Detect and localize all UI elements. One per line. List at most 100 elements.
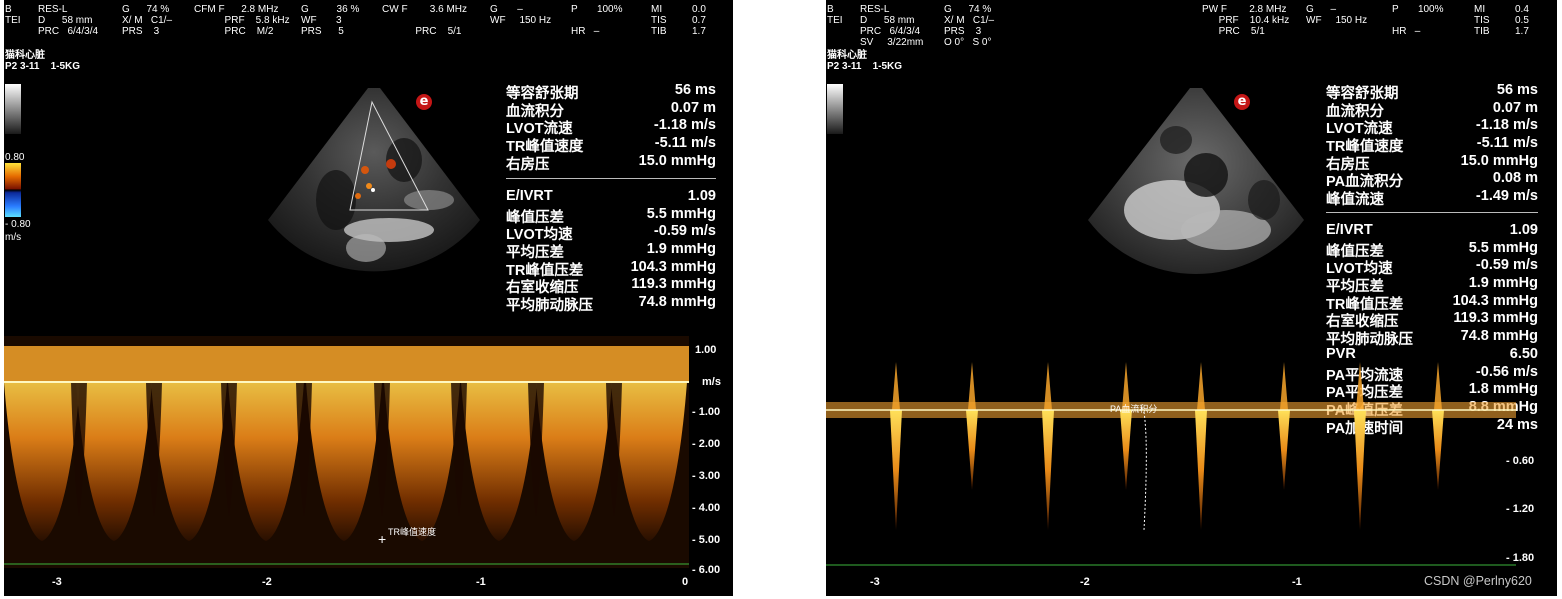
measurement-value: 15.0 mmHg xyxy=(638,152,716,169)
measurement-row: LVOT均速 -0.59 m/s xyxy=(506,223,716,243)
measurement-value: 0.07 m xyxy=(670,99,716,116)
header-mode: B TEI xyxy=(827,4,843,26)
time-tick-label: -1 xyxy=(476,576,486,588)
measurement-value: -5.11 m/s xyxy=(1476,135,1538,152)
time-tick-label: -2 xyxy=(262,576,272,588)
color-scale-unit: m/s xyxy=(5,232,22,243)
measurement-divider xyxy=(506,178,716,179)
header-b-settings: RES-L D 58 mm PRC 6/4/3/4 xyxy=(38,4,99,37)
measurement-value: 119.3 mmHg xyxy=(1453,310,1538,327)
measurement-row: TR峰值压差 104.3 mmHg xyxy=(506,258,716,279)
header-cfm: CFM F 2.8 MHz PRF 5.8 kHz PRC M/2 xyxy=(194,4,290,37)
velocity-tick-label: - 1.80 xyxy=(1506,552,1535,564)
measurement-row: 峰值压差 5.5 mmHg xyxy=(506,205,716,226)
measurement-value: -0.59 m/s xyxy=(1475,257,1538,274)
measurement-row: TR峰值速度 -5.11 m/s xyxy=(506,135,716,155)
measurement-label: 平均肺动脉压 xyxy=(506,298,593,315)
measurement-row: TR峰值速度 -5.11 m/s xyxy=(1326,135,1538,155)
measurement-value: 1.09 xyxy=(1509,222,1538,238)
color-scale-top: 0.80 xyxy=(5,152,25,163)
velocity-tick-label: - 4.00 xyxy=(692,502,721,514)
measurement-row: 平均肺动脉压 74.8 mmHg xyxy=(506,294,716,315)
echo-sector-image xyxy=(268,88,480,272)
measurement-value: -5.11 m/s xyxy=(654,135,716,152)
measurement-value: 5.5 mmHg xyxy=(1468,239,1538,256)
measurement-row: 平均压差 1.9 mmHg xyxy=(1326,275,1538,295)
measurement-value: 1.09 xyxy=(687,188,716,204)
brand-logo-icon: e xyxy=(416,94,432,110)
measurement-value: 1.9 mmHg xyxy=(1468,275,1538,292)
pw-doppler-spectrum xyxy=(826,362,1516,566)
time-tick-label: 0 xyxy=(682,576,689,588)
velocity-tick-label: - 1.00 xyxy=(692,406,721,418)
brand-logo-icon: e xyxy=(1234,94,1250,110)
patient-label: 猫科心脏 P2 3-11 1-5KG xyxy=(827,50,903,72)
header-mi-values: 0.4 0.5 1.7 xyxy=(1515,4,1529,37)
time-tick-label: -3 xyxy=(52,576,62,588)
velocity-tick-label: - 6.00 xyxy=(692,564,721,576)
header-mi-values: 0.0 0.7 1.7 xyxy=(692,4,706,37)
measurement-divider xyxy=(1326,212,1538,213)
header-b-settings: RES-L D 58 mm PRC 6/4/3/4 SV 3/22mm xyxy=(860,4,924,48)
cw-doppler-spectrum: + xyxy=(4,336,689,568)
echo-panel-right: B TEI RES-L D 58 mm PRC 6/4/3/4 SV 3/22m… xyxy=(826,0,1557,596)
measurement-row: E/IVRT 1.09 xyxy=(1326,222,1538,240)
header-cw: CW F 3.6 MHz PRC 5/1 xyxy=(382,4,468,37)
header-power: P 100% HR – xyxy=(571,4,623,37)
measurement-value: 15.0 mmHg xyxy=(1460,152,1538,169)
tr-peak-annotation: TR峰值速度 xyxy=(388,527,436,537)
measurement-panel: 等容舒张期 56 ms 血流积分 0.07 m LVOT流速 -1.18 m/s TR峰值速… xyxy=(1326,82,1538,437)
measurement-value: 0.07 m xyxy=(1492,99,1538,116)
color-velocity-bar xyxy=(5,163,21,217)
measurement-value: -0.59 m/s xyxy=(653,223,716,240)
header-power: P 100% HR – xyxy=(1392,4,1444,37)
velocity-tick-label: - 0.60 xyxy=(1506,455,1535,467)
measurement-row: 血流积分 0.07 m xyxy=(1326,99,1538,120)
header-gain: G 74 % X/ M C1/– PRS 3 O 0° S 0° xyxy=(944,4,995,48)
velocity-tick-label: - 5.00 xyxy=(692,534,721,546)
measurement-value: 1.9 mmHg xyxy=(646,241,716,258)
measurement-row: PA血流积分 0.08 m xyxy=(1326,170,1538,190)
measurement-row: 峰值压差 5.5 mmHg xyxy=(1326,239,1538,260)
measurement-value: 56 ms xyxy=(1496,82,1538,98)
measurement-value: -1.18 m/s xyxy=(1475,117,1538,134)
measurement-row: 右室收缩压 119.3 mmHg xyxy=(1326,310,1538,330)
velocity-tick-label: - 3.00 xyxy=(692,470,721,482)
svg-text:+: + xyxy=(378,531,386,547)
measurement-row: LVOT流速 -1.18 m/s xyxy=(506,117,716,137)
header-mi-labels: MI TIS TIB xyxy=(1474,4,1490,37)
velocity-tick-label: m/s xyxy=(702,376,721,388)
measurement-value: 119.3 mmHg xyxy=(631,276,716,293)
header-mode: B TEI xyxy=(5,4,21,26)
echo-panel-left: B TEI RES-L D 58 mm PRC 6/4/3/4 G 74 % X… xyxy=(4,0,733,596)
pa-vti-annotation: PA血流积分 xyxy=(1110,404,1158,414)
measurement-row: 等容舒张期 56 ms xyxy=(1326,82,1538,102)
time-tick-label: -1 xyxy=(1292,576,1302,588)
echo-sector-image xyxy=(1088,88,1304,274)
measurement-row: 峰值流速 -1.49 m/s xyxy=(1326,188,1538,209)
velocity-tick-label: - 2.00 xyxy=(692,438,721,450)
measurement-value: 56 ms xyxy=(674,82,716,98)
measurement-row: 右室收缩压 119.3 mmHg xyxy=(506,276,716,296)
measurement-row: E/IVRT 1.09 xyxy=(506,188,716,206)
measurement-label: E/IVRT xyxy=(506,188,553,204)
header-mi-labels: MI TIS TIB xyxy=(651,4,667,37)
time-tick-label: -3 xyxy=(870,576,880,588)
time-tick-label: -2 xyxy=(1080,576,1090,588)
measurement-value: 74.8 mmHg xyxy=(638,294,716,311)
measurement-row: 右房压 15.0 mmHg xyxy=(506,152,716,173)
measurement-row: 平均压差 1.9 mmHg xyxy=(506,241,716,261)
header-pw-gain: G – WF 150 Hz xyxy=(1306,4,1368,26)
measurement-row: 等容舒张期 56 ms xyxy=(506,82,716,102)
watermark-label: CSDN @Perlny620 xyxy=(1424,574,1532,588)
measurement-value: 104.3 mmHg xyxy=(630,258,716,275)
measurement-value: 0.08 m xyxy=(1492,170,1538,187)
header-cfm-gain: G 36 % WF 3 PRS 5 xyxy=(301,4,360,37)
header-pw: PW F 2.8 MHz PRF 10.4 kHz PRC 5/1 xyxy=(1202,4,1290,37)
measurement-value: -1.49 m/s xyxy=(1475,188,1538,205)
measurement-value: 5.5 mmHg xyxy=(646,205,716,222)
grayscale-bar xyxy=(5,84,21,134)
patient-label: 猫科心脏 P2 3-11 1-5KG xyxy=(5,50,81,72)
measurement-label: 峰值流速 xyxy=(1326,192,1384,209)
grayscale-bar xyxy=(827,84,843,134)
